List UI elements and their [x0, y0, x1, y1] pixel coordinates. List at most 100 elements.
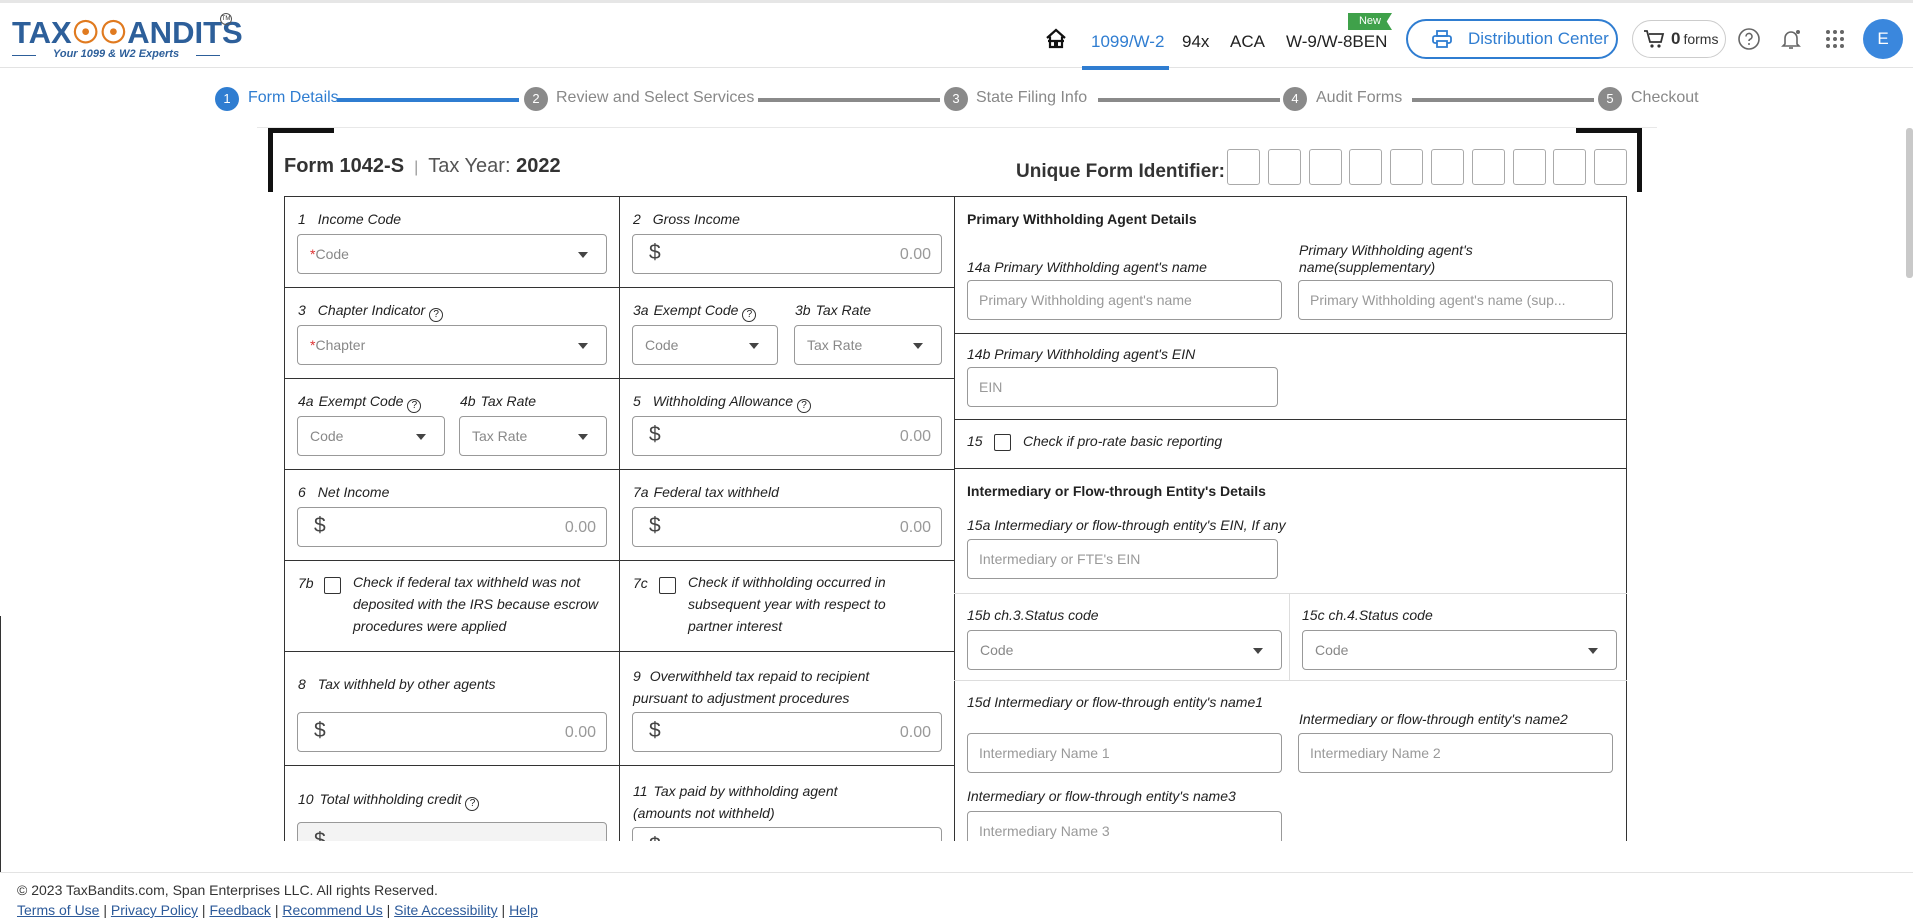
field-7a-label: 7a Federal tax withheld: [633, 484, 779, 500]
help-icon[interactable]: ?: [429, 308, 444, 322]
nav-tab-1099-w2[interactable]: 1099/W-2: [1091, 32, 1164, 52]
row-divider: [954, 468, 1627, 469]
step-3-circle[interactable]: 3: [944, 87, 968, 111]
field-7b-text: Check if federal tax withheld was not de…: [353, 574, 599, 634]
ufi-char-box[interactable]: [1553, 149, 1587, 185]
federal-tax-withheld-input[interactable]: $0.00: [632, 507, 942, 547]
ufi-char-box[interactable]: [1267, 149, 1301, 185]
agent-name-input[interactable]: Primary Withholding agent's name: [967, 280, 1282, 320]
exempt-code-4a-select[interactable]: Code: [297, 416, 445, 456]
escrow-procedures-checkbox[interactable]: [324, 577, 341, 594]
net-income-input[interactable]: $0.00: [297, 507, 607, 547]
subsequent-year-checkbox[interactable]: [659, 577, 676, 594]
ufi-char-box[interactable]: [1308, 149, 1342, 185]
ufi-char-box[interactable]: [1390, 149, 1424, 185]
user-avatar[interactable]: E: [1863, 19, 1903, 59]
help-icon[interactable]: ?: [797, 399, 812, 413]
terms-of-use-link[interactable]: Terms of Use: [17, 902, 99, 918]
row-divider: [285, 469, 954, 470]
tax-year-value: 2022: [516, 155, 561, 177]
copyright-text: © 2023 TaxBandits.com, Span Enterprises …: [17, 882, 438, 898]
ch3-status-select[interactable]: Code: [967, 630, 1282, 670]
help-link[interactable]: Help: [509, 902, 538, 918]
row-divider: [285, 651, 954, 652]
ufi-char-box[interactable]: [1431, 149, 1464, 185]
step-4-circle[interactable]: 4: [1283, 87, 1307, 111]
notification-bell-icon[interactable]: [1779, 27, 1803, 51]
intermediary-name1-input[interactable]: Intermediary Name 1: [967, 733, 1282, 773]
field-11-label: 11 Tax paid by withholding agent (amounts…: [633, 783, 838, 821]
trademark-icon: TM: [220, 13, 232, 25]
field-3-label: 3 Chapter Indicator?: [298, 302, 444, 322]
apps-grid-icon[interactable]: [1823, 27, 1847, 51]
recommend-us-link[interactable]: Recommend Us: [282, 902, 382, 918]
exempt-code-3a-select[interactable]: Code: [632, 325, 778, 365]
home-icon[interactable]: [1044, 27, 1068, 51]
nav-tab-94x[interactable]: 94x: [1182, 32, 1209, 52]
intermediary-ein-label: 15a Intermediary or flow-through entity'…: [967, 517, 1286, 533]
step-3-label[interactable]: State Filing Info: [976, 89, 1087, 107]
progress-stepper: 1 Form Details 2 Review and Select Servi…: [0, 68, 1913, 128]
ufi-char-box[interactable]: [1349, 149, 1383, 185]
step-1-label[interactable]: Form Details: [248, 89, 339, 107]
intermediary-name3-input[interactable]: Intermediary Name 3: [967, 811, 1282, 841]
tax-withheld-other-agents-input[interactable]: $0.00: [297, 712, 607, 752]
nav-tab-aca[interactable]: ACA: [1230, 32, 1265, 52]
distribution-center-button[interactable]: Distribution Center: [1406, 19, 1618, 59]
tax-rate-4b-select[interactable]: Tax Rate: [459, 416, 607, 456]
step-5-label[interactable]: Checkout: [1631, 89, 1699, 107]
step-5-circle[interactable]: 5: [1598, 87, 1622, 111]
dollar-icon: $: [314, 829, 326, 841]
row-divider: [954, 593, 1627, 594]
ufi-char-box[interactable]: [1594, 149, 1628, 185]
chapter-indicator-select[interactable]: *Chapter: [297, 325, 607, 365]
intermediary-name2-input[interactable]: Intermediary Name 2: [1298, 733, 1613, 773]
field-2-label: 2 Gross Income: [633, 211, 740, 227]
intermediary-ein-input[interactable]: Intermediary or FTE's EIN: [967, 539, 1278, 579]
help-icon[interactable]: ?: [742, 308, 757, 322]
ufi-char-box[interactable]: [1227, 149, 1260, 185]
step-1-circle[interactable]: 1: [215, 87, 239, 111]
field-10-label: 10 Total withholding credit?: [298, 791, 480, 811]
ufi-char-box[interactable]: [1512, 149, 1546, 185]
withholding-allowance-input[interactable]: $0.00: [632, 416, 942, 456]
step-connector-3: [1098, 98, 1280, 102]
cart-count: 0: [1671, 29, 1681, 48]
ch4-status-select[interactable]: Code: [1302, 630, 1617, 670]
step-2-circle[interactable]: 2: [524, 87, 548, 111]
agent-name-label: 14a Primary Withholding agent's name: [967, 259, 1207, 275]
help-icon[interactable]: [1737, 27, 1761, 51]
chevron-down-icon: [913, 343, 923, 349]
logo-text: TAX☉☉ANDITS: [12, 15, 243, 50]
ch4-status-label: 15c ch.4.Status code: [1302, 607, 1433, 623]
row-divider: [285, 560, 954, 561]
gross-income-input[interactable]: $0.00: [632, 234, 942, 274]
tax-paid-by-agent-input[interactable]: $: [632, 827, 942, 841]
footer-links: Terms of Use | Privacy Policy | Feedback…: [17, 902, 538, 918]
help-icon[interactable]: ?: [407, 399, 422, 413]
step-4-label[interactable]: Audit Forms: [1316, 89, 1402, 107]
agent-supp-name-input[interactable]: Primary Withholding agent's name (sup...: [1298, 280, 1613, 320]
site-accessibility-link[interactable]: Site Accessibility: [394, 902, 497, 918]
privacy-policy-link[interactable]: Privacy Policy: [111, 902, 198, 918]
row-divider: [285, 765, 954, 766]
ufi-char-box[interactable]: [1471, 149, 1505, 185]
tax-rate-3b-select[interactable]: Tax Rate: [794, 325, 942, 365]
income-code-select[interactable]: *Code: [297, 234, 607, 274]
feedback-link[interactable]: Feedback: [209, 902, 270, 918]
step-2-label[interactable]: Review and Select Services: [556, 89, 754, 107]
tax-year-label: Tax Year:: [428, 155, 511, 177]
page-scrollbar[interactable]: [1906, 128, 1913, 278]
field-7c-number: 7c: [633, 575, 648, 591]
help-icon[interactable]: ?: [465, 797, 480, 811]
overwithheld-tax-input[interactable]: $0.00: [632, 712, 942, 752]
intermediary-section-title: Intermediary or Flow-through Entity's De…: [967, 483, 1266, 499]
nav-tab-w9-w8ben[interactable]: W-9/W-8BEN: [1286, 32, 1387, 52]
taxbandits-logo[interactable]: TAX☉☉ANDITS TM Your 1099 & W2 Experts: [12, 11, 243, 67]
income-code-placeholder: Code: [315, 246, 349, 262]
top-header: TAX☉☉ANDITS TM Your 1099 & W2 Experts 10…: [0, 0, 1913, 70]
prorate-checkbox[interactable]: [994, 434, 1011, 451]
cart-button[interactable]: 0 forms: [1632, 20, 1726, 58]
agent-ein-input[interactable]: EIN: [967, 367, 1278, 407]
agent-supp-name-label: Primary Withholding agent's name(supplem…: [1299, 242, 1473, 275]
